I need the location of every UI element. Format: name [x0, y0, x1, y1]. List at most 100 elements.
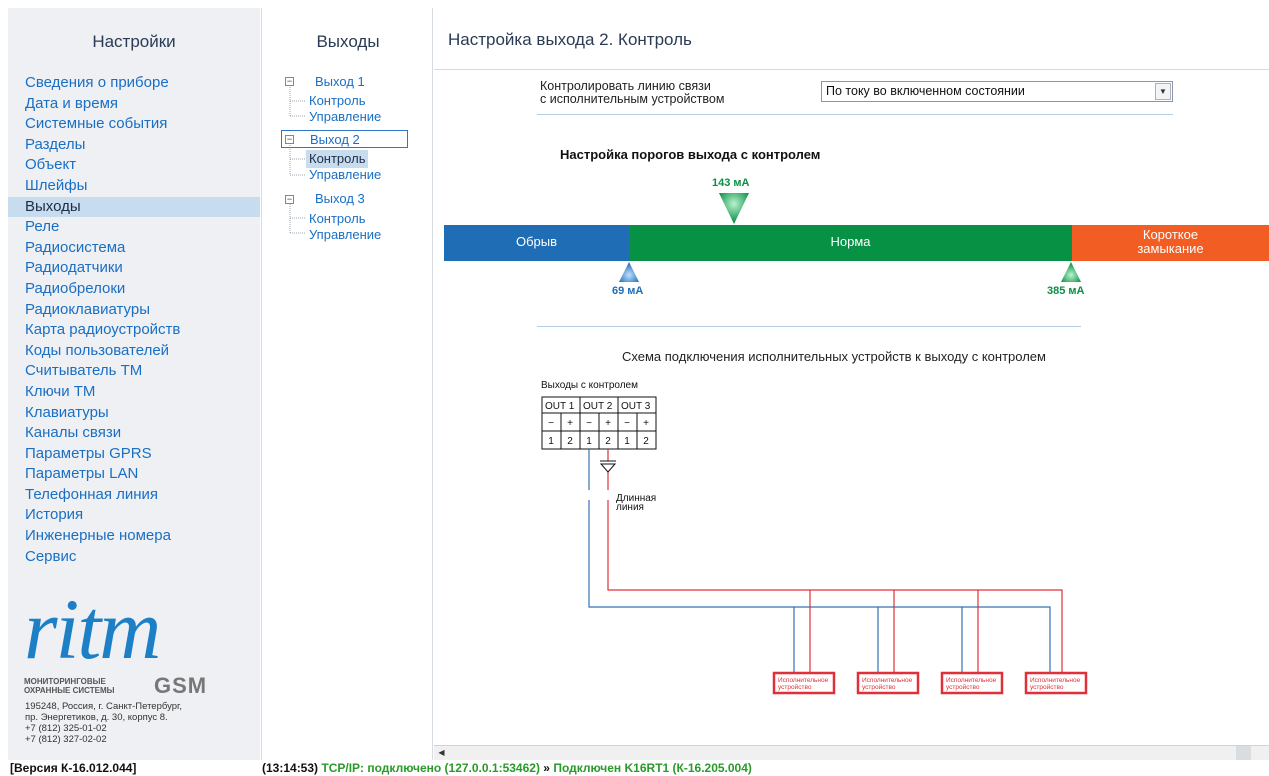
settings-menu-item[interactable]: Шлейфы: [8, 176, 260, 197]
pin: 2: [567, 436, 573, 447]
ritm-logo-line2: ОХРАННЫЕ СИСТЕМЫ: [24, 686, 115, 695]
pin: 1: [548, 436, 554, 447]
settings-menu-item[interactable]: Радиоклавиатуры: [8, 300, 260, 321]
device-label-1: Исполнительное: [778, 677, 829, 684]
settings-menu-item[interactable]: Телефонная линия: [8, 485, 260, 506]
zone-normal-label: Норма: [830, 234, 871, 249]
settings-menu-item[interactable]: Радиобрелоки: [8, 279, 260, 300]
outputs-tree-title: Выходы: [316, 32, 380, 51]
ritm-logo-line1: МОНИТОРИНГОВЫЕ: [24, 677, 106, 686]
sign: −: [548, 418, 554, 429]
high-threshold-label: 385 мА: [1047, 285, 1085, 297]
tree-output-3-management[interactable]: Управление: [306, 226, 384, 244]
status-separator: »: [543, 761, 550, 775]
settings-menu-item[interactable]: Объект: [8, 155, 260, 176]
device: Исполнительное устройство: [772, 671, 836, 695]
status-connection: TCP/IP: подключено (127.0.0.1:53462): [321, 761, 540, 775]
scroll-right-icon[interactable]: [1236, 746, 1251, 760]
sign: +: [643, 418, 649, 429]
device-label-1: Исполнительное: [1030, 677, 1081, 684]
device-label-2: устройство: [946, 683, 980, 691]
ritm-logo-gsm: GSM: [154, 673, 207, 698]
device: Исполнительное устройство: [856, 671, 920, 695]
outputs-tree: − Выход 1 Контроль Управление − Выход 2 …: [262, 73, 434, 253]
settings-menu-item[interactable]: Выходы: [8, 196, 260, 218]
settings-menu-item[interactable]: История: [8, 505, 260, 526]
thresholds-title: Настройка порогов выхода с контролем: [560, 147, 821, 162]
settings-menu-item[interactable]: Инженерные номера: [8, 526, 260, 547]
scheme-title: Схема подключения исполнительных устройс…: [622, 349, 1046, 364]
status-bar: [Версия К-16.012.044] (13:14:53) TCP/IP:…: [0, 761, 1269, 776]
company-address: 195248, Россия, г. Санкт-Петербург, пр. …: [25, 701, 182, 745]
sign: +: [567, 418, 573, 429]
main-header: Настройка выхода 2. Контроль: [434, 8, 1269, 70]
settings-menu-item[interactable]: Радиосистема: [8, 238, 260, 259]
tree-output-2-management[interactable]: Управление: [306, 166, 384, 184]
pin: 2: [643, 436, 649, 447]
low-threshold-label: 69 мА: [612, 285, 644, 297]
control-mode-value: По току во включенном состоянии: [826, 84, 1025, 98]
current-marker-icon[interactable]: [718, 192, 750, 226]
sign: +: [605, 418, 611, 429]
zone-short-label: Короткое замыкание: [1072, 228, 1269, 256]
settings-title: Настройки: [92, 32, 176, 51]
settings-menu-item[interactable]: Радиодатчики: [8, 258, 260, 279]
low-threshold-marker-icon[interactable]: [618, 261, 640, 283]
zone-open-label: Обрыв: [515, 234, 558, 249]
pin: 1: [586, 436, 592, 447]
settings-menu-item[interactable]: Параметры LAN: [8, 464, 260, 485]
scroll-left-icon[interactable]: ◀: [434, 746, 449, 760]
settings-menu-item[interactable]: Дата и время: [8, 94, 260, 115]
control-mode-select[interactable]: По току во включенном состоянии ▼: [821, 81, 1173, 102]
settings-menu-item[interactable]: Параметры GPRS: [8, 444, 260, 465]
address-line: +7 (812) 325-01-02: [25, 723, 107, 734]
version-label: [Версия К-16.012.044]: [10, 761, 137, 775]
device-label-1: Исполнительное: [946, 677, 997, 684]
divider: [537, 326, 1081, 327]
tree-output-1-management[interactable]: Управление: [306, 108, 384, 126]
pin: 2: [605, 436, 611, 447]
ritm-logo-brand: ritm: [24, 588, 159, 677]
zone-open: Обрыв: [444, 225, 629, 261]
status-device: Подключен K16RT1 (К-16.205.004): [553, 761, 752, 775]
out-2-label: OUT 2: [583, 401, 613, 412]
outputs-tree-panel: Выходы − Выход 1 Контроль Управление − В…: [261, 8, 433, 760]
settings-menu-item[interactable]: Коды пользователей: [8, 341, 260, 362]
tree-output-2[interactable]: Выход 2: [281, 130, 408, 148]
settings-menu-item[interactable]: Карта радиоустройств: [8, 320, 260, 341]
zone-short: Короткое замыкание: [1072, 225, 1269, 261]
settings-menu-item[interactable]: Сервис: [8, 547, 260, 568]
wiring-diagram: Выходы с контролем OUT 1 OUT 2 OUT 3 − + …: [541, 380, 1088, 695]
sign: −: [586, 418, 592, 429]
control-line-label: Контролировать линию связи с исполнитель…: [540, 80, 770, 106]
tree-output-3[interactable]: Выход 3: [287, 190, 365, 208]
current-marker-label: 143 мА: [712, 177, 750, 189]
zone-short-label-1: Короткое: [1142, 227, 1199, 242]
settings-menu-item[interactable]: Системные события: [8, 114, 260, 135]
settings-menu-item[interactable]: Клавиатуры: [8, 403, 260, 424]
address-line: пр. Энергетиков, д. 30, корпус 8.: [25, 712, 168, 723]
settings-menu-item[interactable]: Каналы связи: [8, 423, 260, 444]
settings-menu-item[interactable]: Реле: [8, 217, 260, 238]
connection-status: (13:14:53) TCP/IP: подключено (127.0.0.1…: [262, 761, 752, 776]
address-line: 195248, Россия, г. Санкт-Петербург,: [25, 701, 182, 712]
settings-menu-item[interactable]: Разделы: [8, 135, 260, 156]
out-3-label: OUT 3: [621, 401, 651, 412]
pin: 1: [624, 436, 630, 447]
chevron-down-icon[interactable]: ▼: [1155, 83, 1171, 100]
diode-icon: [599, 460, 617, 473]
device-label-1: Исполнительное: [862, 677, 913, 684]
settings-menu-item[interactable]: Считыватель ТМ: [8, 361, 260, 382]
status-time: (13:14:53): [262, 761, 319, 775]
settings-menu-item[interactable]: Сведения о приборе: [8, 73, 260, 94]
control-line-label-2: с исполнительным устройством: [540, 92, 725, 106]
high-threshold-marker-icon[interactable]: [1060, 261, 1082, 283]
horizontal-scrollbar[interactable]: ◀: [434, 745, 1269, 760]
address-line: +7 (812) 327-02-02: [25, 734, 107, 745]
sign: −: [624, 418, 630, 429]
settings-panel: Настройки Сведения о приборе Дата и время…: [8, 8, 260, 760]
tree-output-1[interactable]: Выход 1: [287, 73, 365, 91]
wiring-header: Выходы с контролем: [541, 380, 638, 391]
long-line-label-2: линия: [616, 502, 644, 513]
settings-menu-item[interactable]: Ключи ТМ: [8, 382, 260, 403]
